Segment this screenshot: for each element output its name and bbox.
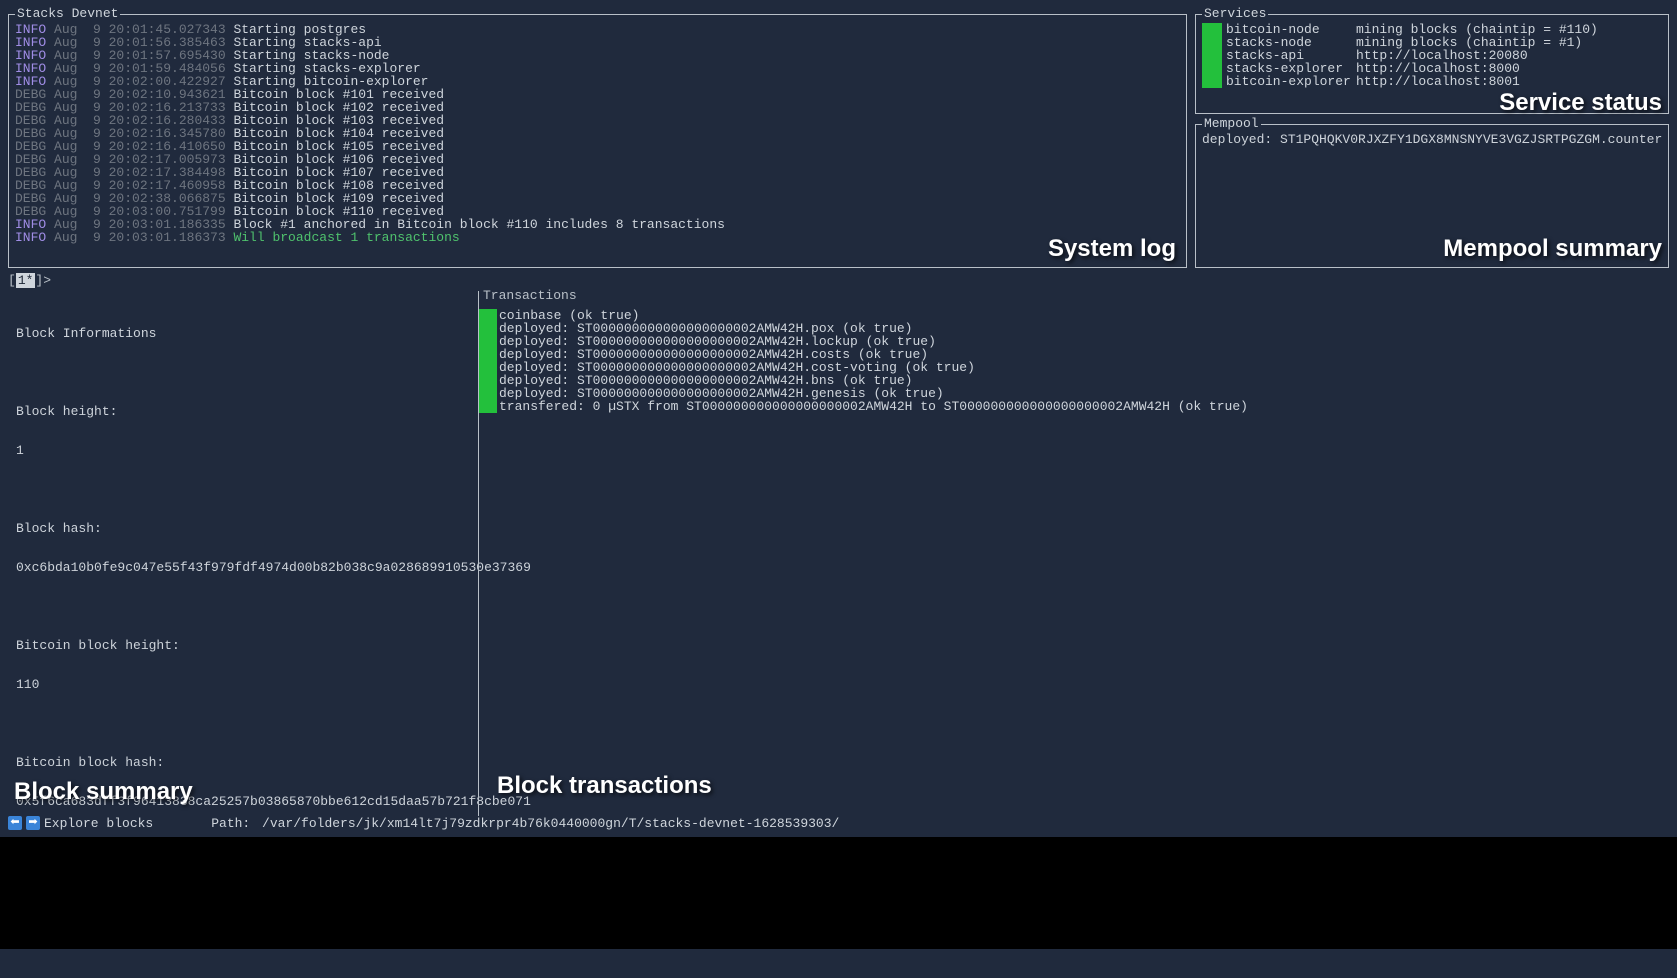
services-title: Services <box>1202 7 1268 20</box>
status-ok-icon <box>479 374 497 387</box>
services-panel: Services bitcoin-nodemining blocks (chai… <box>1195 14 1669 114</box>
block-hash-value: 0xc6bda10b0fe9c047e55f43f979fdf4974d00b8… <box>16 561 470 574</box>
mempool-title: Mempool <box>1202 117 1261 130</box>
stacks-devnet-title: Stacks Devnet <box>15 7 120 20</box>
path-label: Path: <box>211 817 258 830</box>
block-height-label: Block height: <box>16 405 470 418</box>
transactions-panel: Transactions coinbase (ok true)deployed:… <box>478 291 1669 816</box>
block-tab-bar[interactable]: [1*]> <box>8 274 1669 287</box>
transaction-row: transfered: 0 µSTX from ST00000000000000… <box>479 400 1665 413</box>
status-ok-icon <box>479 387 497 400</box>
transactions-list: coinbase (ok true)deployed: ST0000000000… <box>479 309 1665 413</box>
service-name: bitcoin-explorer <box>1226 75 1356 88</box>
block-hash-label: Block hash: <box>16 522 470 535</box>
status-ok-icon <box>479 361 497 374</box>
btc-hash-value: 0x5f6ca683dff3f96413838ca25257b03865870b… <box>16 795 470 808</box>
status-ok-icon <box>1202 62 1222 75</box>
status-ok-icon <box>1202 75 1222 88</box>
overlay-mempool-summary: Mempool summary <box>1443 237 1662 261</box>
status-ok-icon <box>479 335 497 348</box>
unused-region <box>0 837 1677 949</box>
overlay-block-transactions: Block transactions <box>497 774 712 798</box>
log-line: INFO Aug 9 20:03:01.186373 Will broadcas… <box>15 231 1180 244</box>
transaction-text: transfered: 0 µSTX from ST00000000000000… <box>497 400 1248 413</box>
mempool-list: deployed: ST1PQHQKV0RJXZFY1DGX8MNSNYVE3V… <box>1202 133 1662 146</box>
status-ok-icon <box>479 322 497 335</box>
transactions-title: Transactions <box>483 289 577 302</box>
mempool-panel: Mempool deployed: ST1PQHQKV0RJXZFY1DGX8M… <box>1195 124 1669 268</box>
status-ok-icon <box>1202 49 1222 62</box>
mempool-entry: deployed: ST1PQHQKV0RJXZFY1DGX8MNSNYVE3V… <box>1202 133 1662 146</box>
block-height-value: 1 <box>16 444 470 457</box>
services-list: bitcoin-nodemining blocks (chaintip = #1… <box>1202 23 1662 88</box>
btc-height-label: Bitcoin block height: <box>16 639 470 652</box>
service-row: bitcoin-explorerhttp://localhost:8001 <box>1202 75 1662 88</box>
status-ok-icon <box>1202 23 1222 36</box>
explore-blocks-label: Explore blocks <box>44 817 153 830</box>
status-ok-icon <box>1202 36 1222 49</box>
prev-block-button[interactable]: ⬅ <box>8 816 22 830</box>
path-value: /var/folders/jk/xm14lt7j79zdkrpr4b76k044… <box>262 817 839 830</box>
status-bar: ⬅ ➡ Explore blocks Path: /var/folders/jk… <box>8 815 1669 831</box>
status-ok-icon <box>479 348 497 361</box>
status-ok-icon <box>479 400 497 413</box>
btc-height-value: 110 <box>16 678 470 691</box>
status-ok-icon <box>479 309 497 322</box>
next-block-button[interactable]: ➡ <box>26 816 40 830</box>
block-info-panel: Block Informations Block height: 1 Block… <box>8 291 478 816</box>
service-status-text: http://localhost:8001 <box>1356 75 1520 88</box>
btc-hash-label: Bitcoin block hash: <box>16 756 470 769</box>
overlay-service-status: Service status <box>1499 91 1662 115</box>
block-info-title: Block Informations <box>16 327 470 340</box>
tab-active-block[interactable]: 1* <box>16 273 36 288</box>
log-output: INFO Aug 9 20:01:45.027343 Starting post… <box>15 23 1180 244</box>
system-log-panel: Stacks Devnet INFO Aug 9 20:01:45.027343… <box>8 14 1187 268</box>
